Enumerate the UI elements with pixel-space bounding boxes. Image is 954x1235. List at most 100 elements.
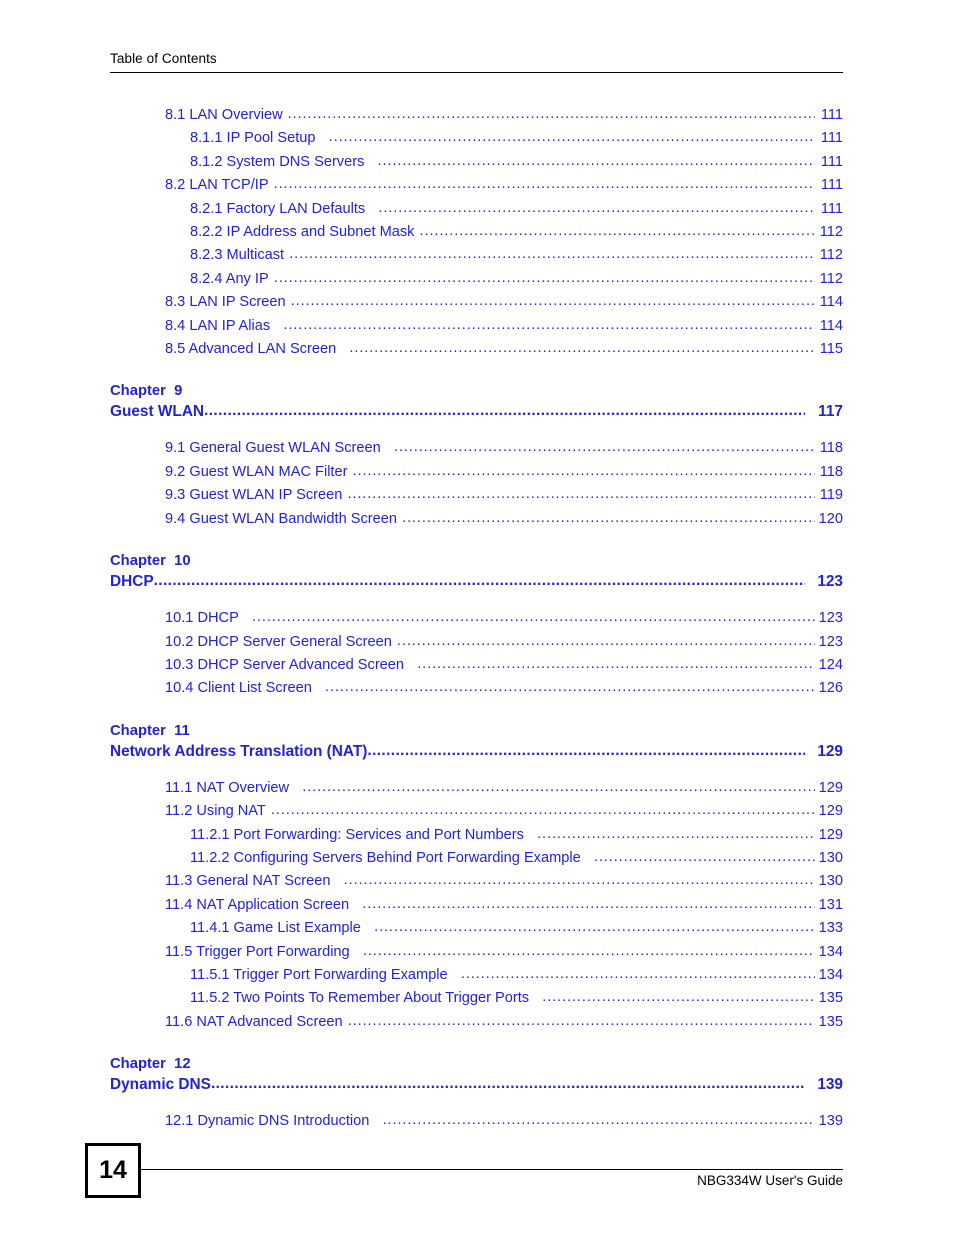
dot-leader: ........................................… — [287, 106, 815, 122]
chapter-page-number: 123 — [817, 573, 843, 591]
toc-entry-page-number: 123 — [818, 633, 843, 650]
toc-entry[interactable]: 8.2.2 IP Address and Subnet Mask........… — [110, 221, 843, 244]
dot-leader: ........................................… — [347, 1012, 815, 1029]
toc-entry[interactable]: 8.1.2 System DNS Servers................… — [110, 151, 843, 174]
toc-entry[interactable]: 8.5 Advanced LAN Screen.................… — [110, 338, 843, 361]
toc-entry[interactable]: 11.5.1 Trigger Port Forwarding Example..… — [110, 964, 843, 987]
toc-entry[interactable]: 8.2.4 Any IP............................… — [110, 268, 843, 291]
toc-entry[interactable]: 11.4 NAT Application Screen.............… — [110, 894, 843, 917]
toc-entry[interactable]: 8.2.3 Multicast.........................… — [110, 244, 843, 267]
toc-entry-page-number: 114 — [819, 317, 843, 334]
toc-entry[interactable]: 8.2.1 Factory LAN Defaults..............… — [110, 198, 843, 221]
dot-leader: ........................................… — [382, 1112, 815, 1129]
toc-entry[interactable]: 8.1 LAN Overview........................… — [110, 104, 843, 127]
toc-entry-label: 11.2 Using NAT — [165, 803, 266, 820]
toc-entry-label: 8.2.1 Factory LAN Defaults — [190, 200, 366, 217]
dot-leader: ........................................… — [343, 872, 815, 889]
toc-entry-label: 11.6 NAT Advanced Screen — [165, 1013, 343, 1030]
toc-entry[interactable]: 11.5.2 Two Points To Remember About Trig… — [110, 987, 843, 1010]
toc-entry-label: 8.2.2 IP Address and Subnet Mask — [190, 224, 415, 241]
toc-entry-page-number: 111 — [820, 130, 843, 147]
toc-entry-label: 11.5 Trigger Port Forwarding — [165, 943, 350, 960]
toc-entry[interactable]: 8.3 LAN IP Screen.......................… — [110, 291, 843, 314]
toc-entry-page-number: 112 — [819, 224, 843, 241]
toc-entry[interactable]: 9.2 Guest WLAN MAC Filter...............… — [110, 461, 843, 484]
toc-entry-page-number: 120 — [818, 510, 843, 527]
toc-entry[interactable]: 9.4 Guest WLAN Bandwidth Screen.........… — [110, 508, 843, 531]
toc-entry[interactable]: 10.1 DHCP...............................… — [110, 607, 843, 630]
toc-entry-page-number: 112 — [819, 270, 843, 287]
chapter-page-number: 117 — [818, 403, 843, 421]
dot-leader: ........................................… — [347, 486, 815, 503]
toc-entry[interactable]: 8.1.1 IP Pool Setup.....................… — [110, 127, 843, 150]
toc-entry[interactable]: 8.4 LAN IP Alias........................… — [110, 315, 843, 338]
dot-leader: ........................................… — [270, 802, 815, 819]
chapter-heading-10: Chapter 10 DHCP ........................… — [110, 551, 843, 593]
dot-leader: ........................................… — [362, 895, 815, 912]
dot-leader: ........................................… — [204, 402, 805, 420]
toc-entry-label: 11.4.1 Game List Example — [190, 920, 361, 937]
chapter-page-number: 129 — [817, 742, 843, 760]
toc-entry[interactable]: 11.2.2 Configuring Servers Behind Port F… — [110, 847, 843, 870]
toc-entry-label: 11.4 NAT Application Screen — [165, 896, 350, 913]
toc-entry-label: 10.3 DHCP Server Advanced Screen — [165, 656, 405, 673]
toc-entry-page-number: 111 — [820, 107, 843, 123]
toc-group-chapter-12: 12.1 Dynamic DNS Introduction...........… — [110, 1110, 843, 1133]
dot-leader: ........................................… — [542, 989, 815, 1006]
toc-entry[interactable]: 9.3 Guest WLAN IP Screen................… — [110, 484, 843, 507]
toc-entry-page-number: 129 — [818, 826, 843, 843]
footer-divider — [141, 1169, 843, 1170]
dot-leader: ........................................… — [289, 246, 815, 263]
chapter-title-row[interactable]: Dynamic DNS ............................… — [110, 1074, 843, 1096]
dot-leader: ........................................… — [460, 965, 815, 982]
chapter-page-number: 139 — [817, 1076, 843, 1094]
toc-entry[interactable]: 11.2 Using NAT..........................… — [110, 800, 843, 823]
toc-entry-label: 11.2.2 Configuring Servers Behind Port F… — [190, 849, 581, 866]
toc-page: Table of Contents 8.1 LAN Overview......… — [0, 0, 954, 1235]
chapter-title-row[interactable]: Guest WLAN .............................… — [110, 401, 843, 423]
toc-entry-page-number: 111 — [820, 153, 843, 170]
dot-leader: ........................................… — [251, 609, 815, 626]
dot-leader: ........................................… — [378, 199, 815, 216]
toc-entry-label: 10.1 DHCP — [165, 610, 239, 627]
toc-entry-label: 10.2 DHCP Server General Screen — [165, 633, 392, 650]
toc-entry[interactable]: 11.6 NAT Advanced Screen................… — [110, 1011, 843, 1034]
toc-entry-label: 9.4 Guest WLAN Bandwidth Screen — [165, 510, 397, 527]
toc-entry-page-number: 124 — [818, 656, 843, 673]
toc-entry-page-number: 119 — [819, 487, 843, 504]
toc-entry-page-number: 118 — [819, 463, 843, 480]
toc-entry-label: 11.2.1 Port Forwarding: Services and Por… — [190, 826, 524, 843]
chapter-title-row[interactable]: DHCP ...................................… — [110, 571, 843, 593]
toc-entry-label: 9.2 Guest WLAN MAC Filter — [165, 463, 348, 480]
toc-entry[interactable]: 11.4.1 Game List Example................… — [110, 917, 843, 940]
toc-entry-label: 9.1 General Guest WLAN Screen — [165, 440, 381, 457]
toc-entry[interactable]: 9.1 General Guest WLAN Screen...........… — [110, 437, 843, 460]
chapter-title-label: Guest WLAN — [110, 403, 205, 421]
chapter-title-label: Dynamic DNS — [110, 1076, 211, 1094]
toc-entry[interactable]: 12.1 Dynamic DNS Introduction...........… — [110, 1110, 843, 1133]
toc-entry[interactable]: 10.4 Client List Screen.................… — [110, 677, 843, 700]
toc-entry-label: 11.5.1 Trigger Port Forwarding Example — [190, 966, 448, 983]
toc-entry[interactable]: 10.2 DHCP Server General Screen.........… — [110, 631, 843, 654]
dot-leader: ........................................… — [396, 632, 815, 649]
toc-entry-label: 8.2.4 Any IP — [190, 270, 269, 287]
toc-entry-page-number: 130 — [818, 873, 843, 890]
dot-leader: ........................................… — [417, 655, 815, 672]
page-header-title: Table of Contents — [110, 51, 217, 66]
toc-entry[interactable]: 11.5 Trigger Port Forwarding............… — [110, 941, 843, 964]
toc-entry[interactable]: 11.2.1 Port Forwarding: Services and Por… — [110, 824, 843, 847]
toc-entry-page-number: 129 — [818, 779, 843, 796]
page-footer: 14 NBG334W User's Guide — [85, 1143, 869, 1203]
footer-page-number: 14 — [85, 1143, 141, 1198]
dot-leader: ........................................… — [377, 152, 815, 169]
chapter-title-row[interactable]: Network Address Translation (NAT) ......… — [110, 741, 843, 763]
toc-entry[interactable]: 11.3 General NAT Screen.................… — [110, 870, 843, 893]
dot-leader: ........................................… — [402, 509, 815, 526]
dot-leader: ........................................… — [283, 316, 815, 333]
toc-entry[interactable]: 8.2 LAN TCP/IP..........................… — [110, 174, 843, 197]
toc-entry[interactable]: 11.1 NAT Overview.......................… — [110, 777, 843, 800]
toc-entry-page-number: 135 — [818, 990, 843, 1007]
dot-leader: ........................................… — [273, 176, 815, 193]
toc-entry-label: 12.1 Dynamic DNS Introduction — [165, 1113, 370, 1130]
toc-entry[interactable]: 10.3 DHCP Server Advanced Screen........… — [110, 654, 843, 677]
